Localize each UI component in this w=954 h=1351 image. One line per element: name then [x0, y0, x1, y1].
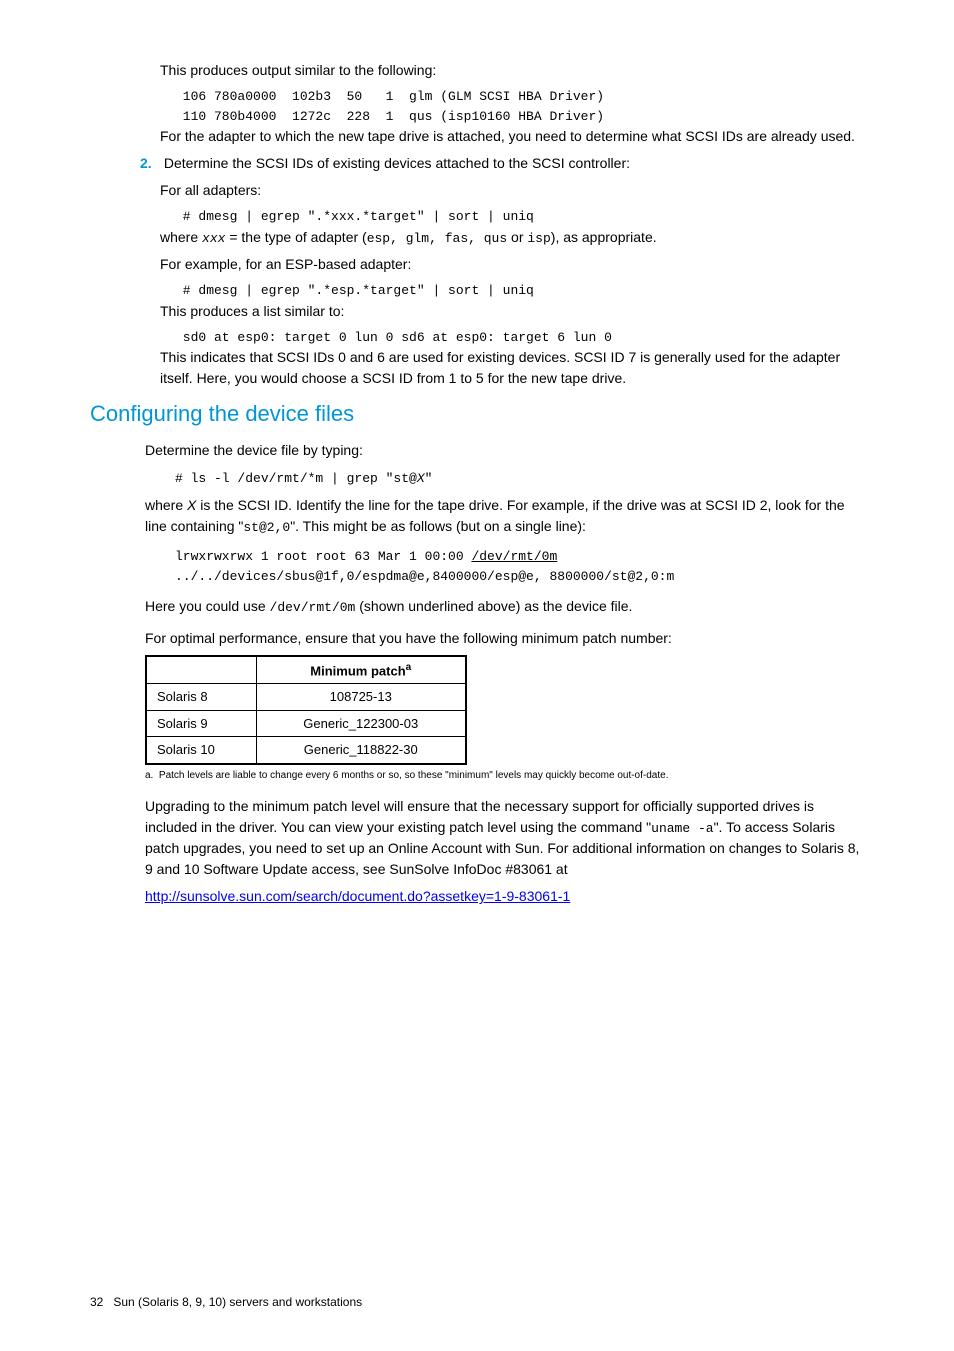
step-2-text: Determine the SCSI IDs of existing devic…	[164, 155, 630, 171]
code-lrwx: lrwxrwxrwx 1 root root 63 Mar 1 00:00 /d…	[175, 547, 864, 567]
table-row: Solaris 8	[146, 684, 256, 711]
table-row: Generic_122300-03	[256, 710, 466, 737]
table-row: Solaris 9	[146, 710, 256, 737]
for-all-adapters: For all adapters:	[160, 180, 864, 201]
here-you-could: Here you could use /dev/rmt/0m (shown un…	[145, 596, 864, 618]
table-header-blank	[146, 656, 256, 684]
upgrade-paragraph: Upgrading to the minimum patch level wil…	[145, 796, 864, 881]
optimal-performance: For optimal performance, ensure that you…	[145, 628, 864, 649]
output-intro: This produces output similar to the foll…	[160, 60, 864, 81]
heading-configuring: Configuring the device files	[90, 397, 864, 430]
code-dmesg-esp: # dmesg | egrep ".*esp.*target" | sort |…	[175, 281, 864, 301]
where-xxx: where xxx = the type of adapter (esp, gl…	[160, 227, 864, 249]
table-row: Generic_118822-30	[256, 737, 466, 764]
code-ls-rmt: # ls -l /dev/rmt/*m | grep "st@X"	[175, 471, 432, 486]
code-sd0: sd0 at esp0: target 0 lun 0 sd6 at esp0:…	[175, 328, 864, 348]
sunsolve-link[interactable]: http://sunsolve.sun.com/search/document.…	[145, 888, 570, 904]
para-adapter-note: For the adapter to which the new tape dr…	[160, 126, 864, 147]
table-row: 108725-13	[256, 684, 466, 711]
page-footer: 32 Sun (Solaris 8, 9, 10) servers and wo…	[90, 1293, 362, 1311]
for-example-esp: For example, for an ESP-based adapter:	[160, 254, 864, 275]
code-devices-path: ../../devices/sbus@1f,0/espdma@e,8400000…	[175, 567, 864, 587]
table-header-patch: Minimum patcha	[256, 656, 466, 684]
table-row: Solaris 10	[146, 737, 256, 764]
table-footnote: a. Patch levels are liable to change eve…	[145, 769, 864, 782]
patch-table: Minimum patcha Solaris 8 108725-13 Solar…	[145, 655, 467, 765]
produces-list: This produces a list similar to:	[160, 301, 864, 322]
indicates-scsi: This indicates that SCSI IDs 0 and 6 are…	[160, 347, 864, 389]
code-output-hba: 106 780a0000 102b3 50 1 glm (GLM SCSI HB…	[175, 87, 864, 126]
determine-device: Determine the device file by typing:	[145, 440, 864, 461]
code-dmesg-xxx: # dmesg | egrep ".*xxx.*target" | sort |…	[175, 207, 864, 227]
step-2-number: 2.	[140, 153, 160, 174]
step-2: 2. Determine the SCSI IDs of existing de…	[160, 153, 864, 174]
where-x-scsi: where X is the SCSI ID. Identify the lin…	[145, 495, 864, 538]
